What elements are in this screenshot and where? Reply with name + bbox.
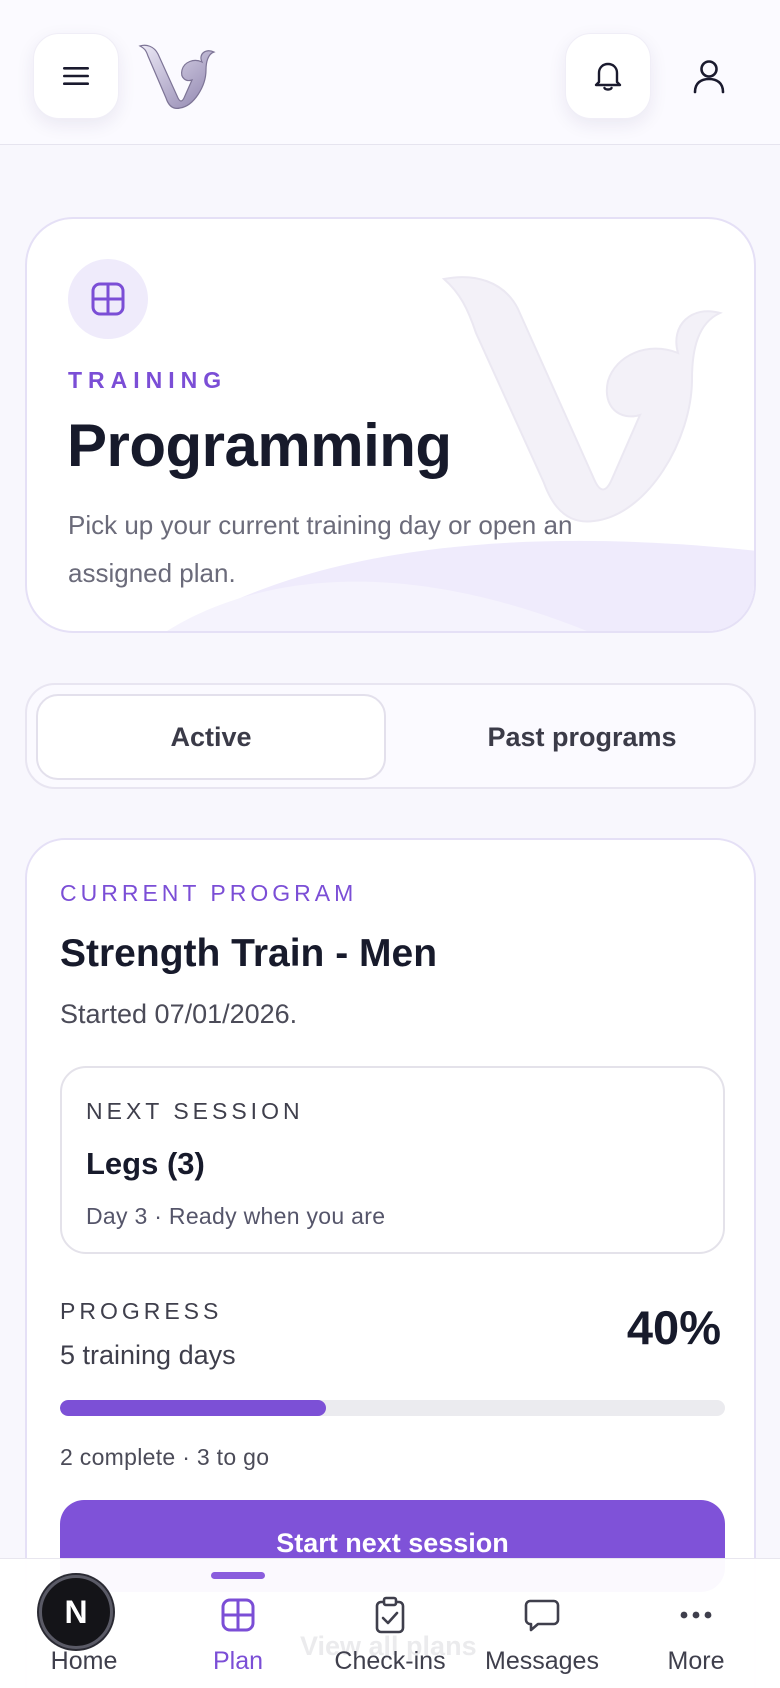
program-eyebrow: CURRENT PROGRAM xyxy=(60,880,358,906)
notifications-button[interactable] xyxy=(565,33,651,119)
progress-percent: 40% xyxy=(626,1301,721,1354)
bell-icon xyxy=(594,62,622,91)
tab-past-programs[interactable]: Past programs xyxy=(407,694,757,780)
hamburger-menu-icon xyxy=(63,67,89,85)
nav-messages-label: Messages xyxy=(485,1647,599,1675)
hero-eyebrow: TRAINING xyxy=(68,367,228,393)
nav-more[interactable]: More xyxy=(618,1559,774,1688)
next-session-subtitle: Day 3 · Ready when you are xyxy=(86,1203,386,1229)
profile-button[interactable] xyxy=(666,33,752,119)
top-bar xyxy=(0,0,780,145)
hero-subtitle: Pick up your current training day or ope… xyxy=(68,510,573,588)
nav-home-label: Home xyxy=(50,1647,118,1675)
nav-messages[interactable]: Messages xyxy=(464,1559,620,1688)
progress-bar xyxy=(60,1400,725,1416)
grid-icon xyxy=(221,1598,255,1632)
watermark-logo xyxy=(441,276,723,523)
hero-icon-badge xyxy=(68,259,148,339)
progress-summary: 2 complete · 3 to go xyxy=(60,1444,270,1470)
nav-check-ins[interactable]: Check-ins xyxy=(312,1559,468,1688)
hero-card: TRAINING Programming Pick up your curren… xyxy=(25,217,756,633)
nav-check-ins-label: Check-ins xyxy=(334,1647,446,1675)
more-dots-icon xyxy=(680,1611,712,1619)
nav-plan-label: Plan xyxy=(212,1647,264,1675)
clipboard-check-icon xyxy=(375,1596,405,1634)
bottom-nav: View all plans Home Plan Check-ins Messa… xyxy=(0,1558,780,1688)
next-session-card[interactable]: NEXT SESSION Legs (3) Day 3 · Ready when… xyxy=(60,1066,725,1254)
tab-active[interactable]: Active xyxy=(36,694,386,780)
chat-bubble-icon xyxy=(524,1599,560,1632)
program-start-date: Started 07/01/2026. xyxy=(60,999,298,1029)
next-session-eyebrow: NEXT SESSION xyxy=(86,1098,304,1124)
progress-days: 5 training days xyxy=(60,1340,236,1370)
progress-bar-fill xyxy=(60,1400,326,1416)
nav-more-label: More xyxy=(667,1647,725,1675)
progress-label: PROGRESS xyxy=(60,1298,223,1324)
nav-plan[interactable]: Plan xyxy=(160,1559,316,1688)
program-tabs: Active Past programs xyxy=(25,683,756,789)
dev-overlay-badge[interactable]: N xyxy=(39,1575,113,1649)
grid-icon xyxy=(91,282,125,316)
page-title: Programming xyxy=(67,412,452,479)
next-session-title: Legs (3) xyxy=(86,1146,205,1181)
user-icon xyxy=(693,60,725,94)
app-screen: TRAINING Programming Pick up your curren… xyxy=(0,0,780,1688)
program-title: Strength Train - Men xyxy=(60,932,438,975)
brand-logo[interactable] xyxy=(136,40,216,112)
menu-button[interactable] xyxy=(33,33,119,119)
